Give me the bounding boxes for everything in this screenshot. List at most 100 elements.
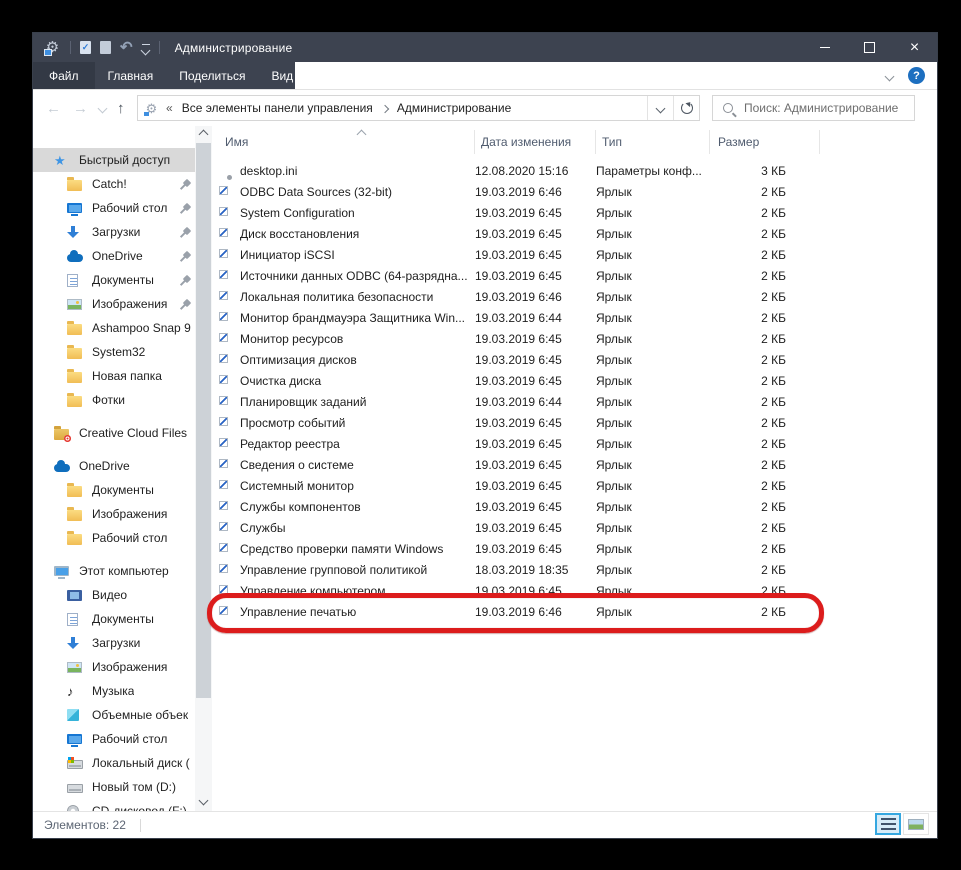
details-view-button[interactable] <box>875 813 901 835</box>
address-row: ← → ↑ ⚙ « Все элементы панели управления… <box>33 90 937 126</box>
address-dropdown-icon[interactable] <box>647 96 673 120</box>
shortcut-arrow-badge <box>220 334 227 341</box>
sidebar-item[interactable]: Загрузки <box>33 220 195 244</box>
table-row[interactable]: Очистка диска19.03.2019 6:45Ярлык2 КБ <box>212 370 937 391</box>
breadcrumb-item[interactable]: Все элементы панели управления <box>182 101 373 115</box>
sidebar-scrollbar[interactable] <box>195 126 212 811</box>
maximize-button[interactable] <box>847 33 892 62</box>
table-row[interactable]: Локальная политика безопасности19.03.201… <box>212 286 937 307</box>
sidebar-item[interactable]: Новый том (D:) <box>33 775 195 799</box>
column-header-type[interactable]: Тип <box>596 130 710 154</box>
large-icons-view-button[interactable] <box>903 813 929 835</box>
sidebar-item[interactable]: ♪Музыка <box>33 679 195 703</box>
sidebar-item[interactable]: Видео <box>33 583 195 607</box>
table-row[interactable]: Монитор ресурсов19.03.2019 6:45Ярлык2 КБ <box>212 328 937 349</box>
cell-type: Ярлык <box>596 185 710 199</box>
cell-date: 19.03.2019 6:44 <box>475 311 596 325</box>
sidebar-item[interactable]: Изображения <box>33 502 195 526</box>
refresh-icon[interactable] <box>673 96 699 120</box>
new-item-icon[interactable]: ✓ <box>100 41 111 54</box>
scrollbar-thumb[interactable] <box>196 143 211 698</box>
collapsed-crumbs-marker[interactable]: « <box>166 101 173 115</box>
sidebar-item[interactable]: CD-дисковод (F:) <box>33 799 195 811</box>
table-row[interactable]: Системный монитор19.03.2019 6:45Ярлык2 К… <box>212 475 937 496</box>
table-row[interactable]: Службы компонентов19.03.2019 6:45Ярлык2 … <box>212 496 937 517</box>
sidebar-item[interactable]: Фотки <box>33 388 195 412</box>
sidebar-item[interactable]: Изображения <box>33 292 195 316</box>
address-bar[interactable]: ⚙ « Все элементы панели управленияАдмини… <box>137 95 700 121</box>
help-icon[interactable]: ? <box>908 67 925 84</box>
cell-size: 2 КБ <box>710 563 786 577</box>
sidebar-item-label: Быстрый доступ <box>79 153 170 167</box>
sidebar-item[interactable]: Рабочий стол <box>33 727 195 751</box>
scroll-up-icon[interactable] <box>199 130 209 140</box>
cell-size: 2 КБ <box>710 395 786 409</box>
tab-1[interactable]: Главная <box>95 62 167 89</box>
sidebar-item[interactable]: Загрузки <box>33 631 195 655</box>
forward-button[interactable]: → <box>73 90 88 126</box>
sidebar-item[interactable]: Рабочий стол <box>33 526 195 550</box>
column-header-date[interactable]: Дата изменения <box>475 130 596 154</box>
table-row[interactable]: desktop.ini12.08.2020 15:16Параметры кон… <box>212 160 937 181</box>
table-row[interactable]: ODBC Data Sources (32-bit)19.03.2019 6:4… <box>212 181 937 202</box>
sidebar-item[interactable]: Документы <box>33 607 195 631</box>
column-header-size[interactable]: Размер <box>710 130 820 154</box>
sidebar-item[interactable]: Объемные объек <box>33 703 195 727</box>
shortcut-arrow-badge <box>220 502 227 509</box>
recent-locations-icon[interactable] <box>99 90 106 126</box>
table-row[interactable]: Управление компьютером19.03.2019 6:45Ярл… <box>212 580 937 601</box>
tab-2[interactable]: Поделиться <box>166 62 258 89</box>
cell-size: 3 КБ <box>710 164 786 178</box>
sidebar-item[interactable]: Ashampoo Snap 9 <box>33 316 195 340</box>
table-row[interactable]: Диск восстановления19.03.2019 6:45Ярлык2… <box>212 223 937 244</box>
sidebar-item[interactable]: Локальный диск ( <box>33 751 195 775</box>
properties-check-icon[interactable]: ✓ <box>80 41 91 54</box>
table-row[interactable]: Управление групповой политикой18.03.2019… <box>212 559 937 580</box>
table-row[interactable]: Инициатор iSCSI19.03.2019 6:45Ярлык2 КБ <box>212 244 937 265</box>
minimize-button[interactable] <box>802 33 847 62</box>
table-row[interactable]: Сведения о системе19.03.2019 6:45Ярлык2 … <box>212 454 937 475</box>
table-row[interactable]: Редактор реестра19.03.2019 6:45Ярлык2 КБ <box>212 433 937 454</box>
shortcut-arrow-badge <box>220 397 227 404</box>
tab-file[interactable]: Файл <box>33 62 95 89</box>
table-row[interactable]: Управление печатью19.03.2019 6:46Ярлык2 … <box>212 601 937 622</box>
back-button[interactable]: ← <box>46 90 61 126</box>
sidebar-item-label: Изображения <box>92 297 167 311</box>
table-row[interactable]: Средство проверки памяти Windows19.03.20… <box>212 538 937 559</box>
sidebar-item[interactable]: Этот компьютер <box>33 559 195 583</box>
column-header-name[interactable]: Имя <box>212 130 475 154</box>
sidebar-item[interactable]: Документы <box>33 268 195 292</box>
scroll-down-icon[interactable] <box>199 796 209 806</box>
customize-qat-icon[interactable] <box>142 42 150 54</box>
sidebar-item[interactable]: OneDrive <box>33 454 195 478</box>
sidebar-item[interactable]: ★Быстрый доступ <box>33 148 195 172</box>
sidebar-item[interactable]: Изображения <box>33 655 195 679</box>
sidebar-item[interactable]: OneDrive <box>33 244 195 268</box>
close-button[interactable]: × <box>892 33 937 62</box>
cell-size: 2 КБ <box>710 521 786 535</box>
table-row[interactable]: Источники данных ODBC (64-разрядна...19.… <box>212 265 937 286</box>
minimize-ribbon-icon[interactable] <box>886 67 893 85</box>
table-row[interactable]: Просмотр событий19.03.2019 6:45Ярлык2 КБ <box>212 412 937 433</box>
table-row[interactable]: Монитор брандмауэра Защитника Win...19.0… <box>212 307 937 328</box>
up-button[interactable]: ↑ <box>117 90 125 126</box>
table-row[interactable]: Планировщик заданий19.03.2019 6:44Ярлык2… <box>212 391 937 412</box>
tab-3[interactable]: Вид <box>258 62 306 89</box>
search-input[interactable] <box>742 100 914 116</box>
cell-size: 2 КБ <box>710 290 786 304</box>
cell-date: 18.03.2019 18:35 <box>475 563 596 577</box>
undo-arrow-icon[interactable]: ↶ <box>120 41 133 55</box>
sidebar-item[interactable]: Creative Cloud Files <box>33 421 195 445</box>
table-row[interactable]: Оптимизация дисков19.03.2019 6:45Ярлык2 … <box>212 349 937 370</box>
cell-type: Ярлык <box>596 227 710 241</box>
cell-date: 19.03.2019 6:46 <box>475 185 596 199</box>
sidebar-item[interactable]: Документы <box>33 478 195 502</box>
sidebar-item[interactable]: System32 <box>33 340 195 364</box>
cell-name: desktop.ini <box>240 164 475 178</box>
sidebar-item[interactable]: Новая папка <box>33 364 195 388</box>
table-row[interactable]: System Configuration19.03.2019 6:45Ярлык… <box>212 202 937 223</box>
breadcrumb-item[interactable]: Администрирование <box>397 101 511 115</box>
sidebar-item[interactable]: Catch! <box>33 172 195 196</box>
sidebar-item[interactable]: Рабочий стол <box>33 196 195 220</box>
table-row[interactable]: Службы19.03.2019 6:45Ярлык2 КБ <box>212 517 937 538</box>
